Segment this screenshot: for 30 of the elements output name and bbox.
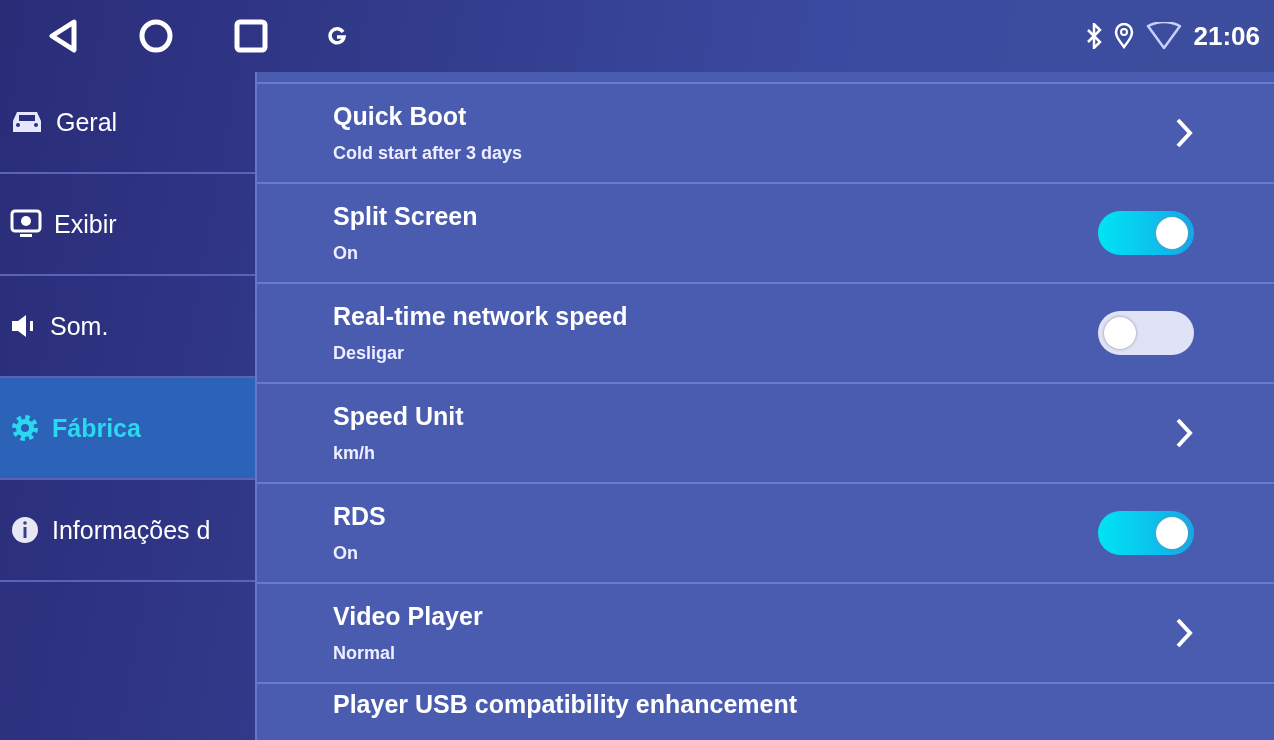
setting-title: Split Screen bbox=[333, 202, 478, 231]
bluetooth-icon bbox=[1085, 23, 1102, 49]
setting-title: Player USB compatibility enhancement bbox=[333, 690, 798, 719]
toggle-switch[interactable] bbox=[1098, 311, 1194, 355]
setting-value: On bbox=[333, 243, 359, 264]
toggle-switch[interactable] bbox=[1098, 511, 1194, 555]
settings-icon bbox=[10, 413, 40, 443]
setting-title: Speed Unit bbox=[333, 402, 464, 431]
back-icon[interactable] bbox=[48, 19, 78, 53]
setting-title: Video Player bbox=[333, 602, 483, 631]
setting-title: Quick Boot bbox=[333, 102, 468, 131]
setting-value: km/h bbox=[333, 443, 376, 464]
info-icon bbox=[10, 515, 40, 545]
home-icon[interactable] bbox=[138, 18, 174, 54]
chevron-right-icon[interactable] bbox=[1174, 617, 1194, 649]
clock-time: 21:06 bbox=[1193, 20, 1260, 52]
setting-value: On bbox=[333, 543, 359, 564]
location-pin-icon bbox=[1113, 23, 1134, 49]
app-logo-icon[interactable] bbox=[328, 27, 346, 45]
chevron-right-icon[interactable] bbox=[1174, 117, 1194, 149]
monitor-icon bbox=[10, 209, 42, 239]
setting-value: Cold start after 3 days bbox=[333, 143, 523, 164]
setting-value: Normal bbox=[333, 643, 396, 664]
toggle-switch[interactable] bbox=[1098, 211, 1194, 255]
setting-value: Desligar bbox=[333, 343, 406, 364]
setting-title: RDS bbox=[333, 502, 386, 531]
chevron-right-icon[interactable] bbox=[1174, 417, 1194, 449]
setting-title: Real-time network speed bbox=[333, 302, 628, 331]
recents-icon[interactable] bbox=[234, 19, 268, 53]
wifi-icon bbox=[1145, 22, 1182, 50]
